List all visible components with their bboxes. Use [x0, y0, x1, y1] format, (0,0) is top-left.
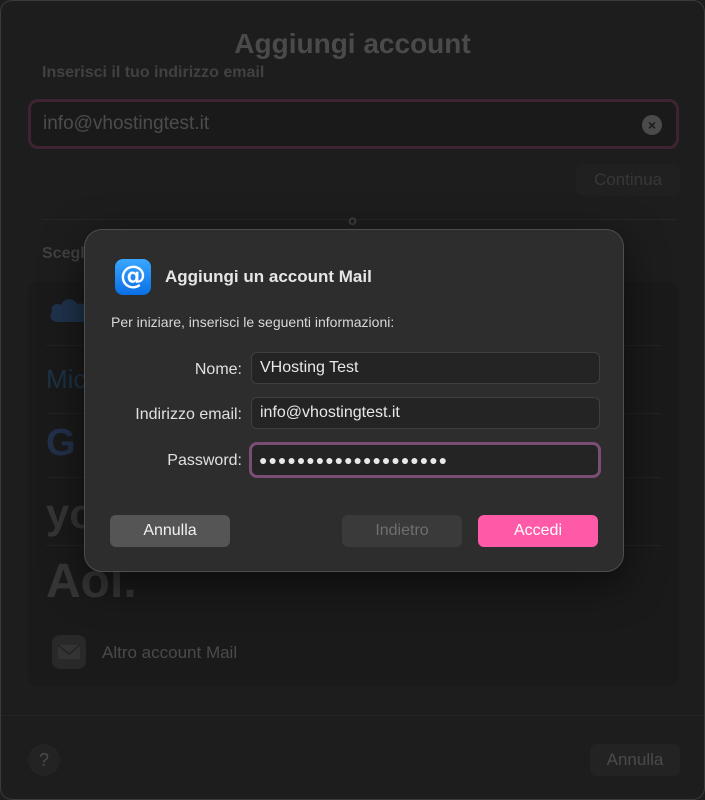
help-button[interactable]: ? [28, 744, 60, 776]
name-label: Nome: [194, 361, 242, 378]
dialog-subtitle: Per iniziare, inserisci le seguenti info… [111, 314, 395, 330]
sign-in-button[interactable]: Accedi [478, 515, 598, 547]
window-title: Aggiungi account [234, 28, 471, 59]
cancel-button[interactable]: Annulla [110, 515, 230, 547]
or-label: o [348, 212, 357, 228]
footer-divider [1, 715, 704, 716]
password-label: Password: [167, 452, 242, 469]
window-cancel-button[interactable]: Annulla [590, 744, 680, 776]
envelope-icon [52, 635, 86, 669]
email-input[interactable]: info@vhostingtest.it × [28, 99, 679, 149]
dialog-title: Aggiungi un account Mail [165, 267, 372, 286]
back-button[interactable]: Indietro [342, 515, 462, 547]
name-field[interactable]: VHosting Test [251, 352, 600, 384]
other-account-label: Altro account Mail [102, 643, 238, 662]
email-address-label: Indirizzo email: [135, 406, 242, 423]
password-field[interactable]: ●●●●●●●●●●●●●●●●●●●● [249, 442, 601, 478]
continue-button[interactable]: Continua [576, 164, 680, 196]
choose-provider-label: Scegl [42, 245, 85, 262]
clear-icon[interactable]: × [642, 115, 662, 135]
at-sign-icon: @ [115, 259, 151, 295]
email-address-field[interactable]: info@vhostingtest.it [251, 397, 600, 429]
email-label: Inserisci il tuo indirizzo email [42, 64, 265, 81]
email-input-value: info@vhostingtest.it [43, 113, 210, 134]
add-mail-account-dialog: @ Aggiungi un account Mail Per iniziare,… [84, 229, 624, 572]
provider-other[interactable]: Altro account Mail [46, 622, 661, 678]
